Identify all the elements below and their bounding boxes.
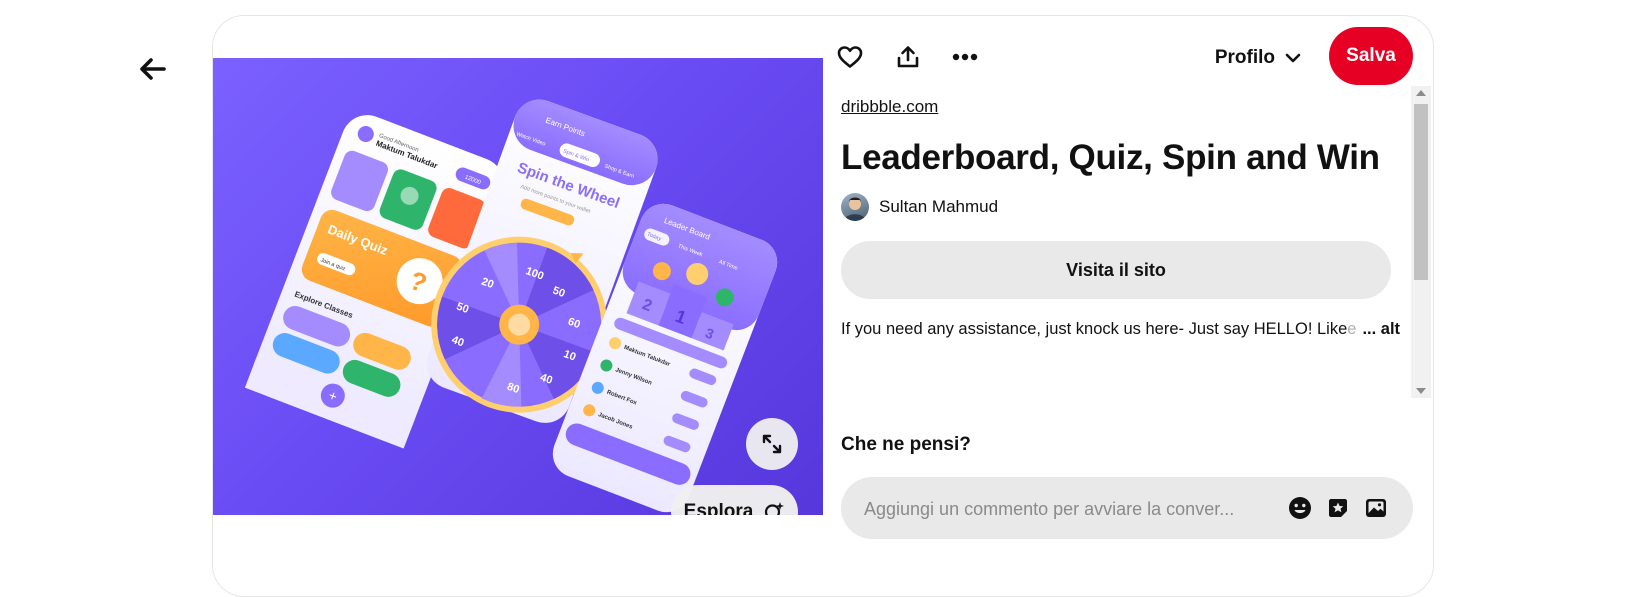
author-name: Sultan Mahmud (879, 197, 999, 216)
ellipsis-icon (952, 53, 978, 61)
source-domain-link[interactable]: dribbble.com (841, 97, 938, 117)
lens-search-icon (765, 502, 785, 515)
visit-site-button[interactable]: Visita il sito (841, 241, 1391, 299)
scroll-up-arrow[interactable] (1416, 90, 1426, 96)
comment-input[interactable] (862, 477, 1266, 541)
pin-description: If you need any assistance, just knock u… (841, 320, 1401, 339)
image-icon (1366, 499, 1386, 517)
save-button[interactable]: Salva (1329, 27, 1413, 85)
smiley-icon (1289, 497, 1311, 519)
more-options-button[interactable] (950, 42, 980, 72)
add-image-button[interactable] (1363, 495, 1389, 521)
share-icon (897, 46, 919, 68)
share-button[interactable] (893, 42, 923, 72)
heart-icon (837, 46, 863, 68)
sticker-button[interactable] (1325, 495, 1351, 521)
avatar (841, 193, 869, 221)
pin-title: Leaderboard, Quiz, Spin and Win (841, 138, 1380, 177)
scroll-down-arrow[interactable] (1416, 388, 1426, 394)
star-sticker-icon (1329, 499, 1347, 517)
back-button[interactable] (136, 52, 170, 86)
chevron-down-icon (1285, 53, 1301, 63)
expand-button[interactable] (746, 418, 798, 470)
explore-label: Esplora (683, 501, 754, 515)
show-more-link[interactable]: ... altro (1362, 320, 1401, 338)
description-faded-text: e (1347, 320, 1357, 338)
comments-heading: Che ne pensi? (841, 434, 971, 455)
pin-image[interactable]: Good Afternoon Maktum Talukdar 12000 Dai… (213, 58, 823, 515)
arrow-left-icon (140, 58, 166, 80)
profile-board-selector[interactable]: Profilo (1215, 44, 1301, 72)
profile-label: Profilo (1214, 47, 1275, 68)
description-text: If you need any assistance, just knock u… (841, 320, 1348, 338)
details-scrollbar[interactable] (1411, 86, 1431, 398)
scrollbar-thumb[interactable] (1414, 104, 1428, 280)
expand-icon (762, 434, 782, 454)
emoji-button[interactable] (1287, 495, 1313, 521)
pin-toolbar: Profilo Salva (835, 27, 1413, 85)
author-link[interactable]: Sultan Mahmud (841, 193, 998, 221)
comment-composer (841, 477, 1413, 541)
pin-details: dribbble.com Leaderboard, Quiz, Spin and… (841, 86, 1401, 398)
pin-closeup-card: Good Afternoon Maktum Talukdar 12000 Dai… (212, 15, 1434, 597)
like-button[interactable] (835, 42, 865, 72)
app-mockup-illustration: Good Afternoon Maktum Talukdar 12000 Dai… (244, 99, 778, 513)
explore-button[interactable]: Esplora (671, 485, 798, 515)
